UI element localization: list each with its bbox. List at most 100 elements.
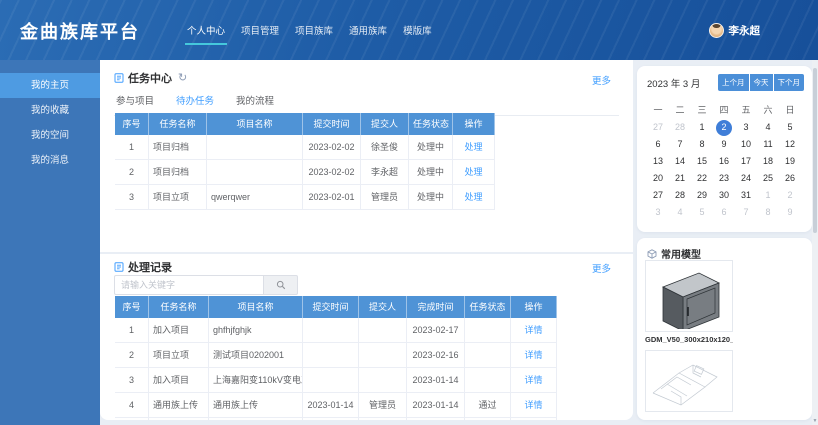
table-row: 2项目立项测试项目02020012023-02-16详情 xyxy=(115,343,557,368)
row-action-link[interactable]: 详情 xyxy=(511,393,557,417)
row-action-link[interactable]: 处理 xyxy=(453,160,495,184)
common-models-card: 常用模型 GDM_V50_300x210x120_ xyxy=(637,238,812,420)
nav-item-通用族库[interactable]: 通用族库 xyxy=(347,15,389,45)
calendar-day[interactable]: 1 xyxy=(691,119,713,136)
table-row: 2项目归档2023-02-02李永超处理中处理 xyxy=(115,160,495,185)
nav-item-项目族库[interactable]: 项目族库 xyxy=(293,15,335,45)
table-cell: 2023-02-01 xyxy=(303,185,361,209)
calendar-day[interactable]: 27 xyxy=(647,119,669,136)
calendar-day[interactable]: 11 xyxy=(757,136,779,153)
table-cell xyxy=(359,343,407,367)
calendar-day[interactable]: 12 xyxy=(779,136,801,153)
table-cell xyxy=(359,318,407,342)
row-action-link[interactable]: 详情 xyxy=(511,343,557,367)
calendar-day[interactable]: 16 xyxy=(713,153,735,170)
user-menu[interactable]: 李永超 xyxy=(709,0,761,60)
tasks-icon xyxy=(114,73,124,83)
table-cell: 3 xyxy=(115,368,149,392)
tab-我的流程[interactable]: 我的流程 xyxy=(234,93,276,115)
search-input[interactable] xyxy=(114,275,264,295)
calendar-day[interactable]: 28 xyxy=(669,187,691,204)
calendar-button-今天[interactable]: 今天 xyxy=(750,74,773,91)
left-sidebar: 我的主页我的收藏我的空间我的消息 xyxy=(0,60,100,425)
calendar-day[interactable]: 15 xyxy=(691,153,713,170)
calendar-day[interactable]: 3 xyxy=(647,204,669,221)
tab-待办任务[interactable]: 待办任务 xyxy=(174,93,216,115)
calendar-day[interactable]: 9 xyxy=(713,136,735,153)
model-item-cabinet[interactable]: GDM_V50_300x210x120_ xyxy=(645,260,733,344)
search-button[interactable] xyxy=(264,275,298,295)
calendar-day[interactable]: 28 xyxy=(669,119,691,136)
calendar-day[interactable]: 18 xyxy=(757,153,779,170)
page-scrollbar[interactable]: ▼ xyxy=(812,60,818,425)
sidebar-item-我的空间[interactable]: 我的空间 xyxy=(0,123,100,148)
calendar-day[interactable]: 24 xyxy=(735,170,757,187)
calendar-day[interactable]: 6 xyxy=(647,136,669,153)
sidebar-item-我的消息[interactable]: 我的消息 xyxy=(0,148,100,173)
calendar-day[interactable]: 22 xyxy=(691,170,713,187)
calendar-day[interactable]: 17 xyxy=(735,153,757,170)
row-action-link[interactable]: 详情 xyxy=(511,368,557,392)
calendar-day[interactable]: 25 xyxy=(757,170,779,187)
refresh-icon[interactable]: ↻ xyxy=(178,73,187,84)
app-logo: 金曲族库平台 xyxy=(20,18,140,44)
calendar-day[interactable]: 6 xyxy=(713,204,735,221)
calendar-day[interactable]: 14 xyxy=(669,153,691,170)
calendar-day[interactable]: 4 xyxy=(757,119,779,136)
scrollbar-down-arrow[interactable]: ▼ xyxy=(812,418,818,424)
nav-item-项目管理[interactable]: 项目管理 xyxy=(239,15,281,45)
tab-参与项目[interactable]: 参与项目 xyxy=(114,93,156,115)
weekday-label: 五 xyxy=(735,102,757,119)
calendar-day[interactable]: 30 xyxy=(713,187,735,204)
nav-item-个人中心[interactable]: 个人中心 xyxy=(185,15,227,45)
calendar-day[interactable]: 5 xyxy=(779,119,801,136)
main-nav: 个人中心项目管理项目族库通用族库模版库 xyxy=(185,0,434,60)
calendar-day[interactable]: 9 xyxy=(779,204,801,221)
task-center-more-link[interactable]: 更多 xyxy=(592,73,611,87)
calendar-day[interactable]: 8 xyxy=(691,136,713,153)
calendar-day[interactable]: 21 xyxy=(669,170,691,187)
records-more-link[interactable]: 更多 xyxy=(592,261,611,275)
calendar-day[interactable]: 13 xyxy=(647,153,669,170)
calendar-grid: 一二三四五六日 27281234567891011121314151617181… xyxy=(637,102,812,221)
calendar-day[interactable]: 5 xyxy=(691,204,713,221)
row-action-link[interactable]: 详情 xyxy=(511,318,557,342)
calendar-day[interactable]: 29 xyxy=(691,187,713,204)
row-action-link[interactable]: 处理 xyxy=(453,135,495,159)
row-action-link[interactable]: 详情 xyxy=(511,418,557,420)
calendar-day[interactable]: 1 xyxy=(757,187,779,204)
calendar-week-row: 13141516171819 xyxy=(647,153,802,170)
sidebar-item-我的主页[interactable]: 我的主页 xyxy=(0,73,100,98)
calendar-day[interactable]: 19 xyxy=(779,153,801,170)
calendar-day[interactable]: 8 xyxy=(757,204,779,221)
table-cell: 1 xyxy=(115,135,149,159)
calendar-card: 2023 年 3 月 上个月今天下个月 一二三四五六日 272812345678… xyxy=(637,66,812,232)
table-cell: 2023-01-14 xyxy=(303,418,359,420)
calendar-day[interactable]: 7 xyxy=(669,136,691,153)
top-header: 金曲族库平台 个人中心项目管理项目族库通用族库模版库 李永超 xyxy=(0,0,818,60)
calendar-day[interactable]: 10 xyxy=(735,136,757,153)
row-action-link[interactable]: 处理 xyxy=(453,185,495,209)
model-thumbnail xyxy=(645,350,733,412)
sidebar-item-我的收藏[interactable]: 我的收藏 xyxy=(0,98,100,123)
table-cell: 1 xyxy=(115,318,149,342)
calendar-day[interactable]: 23 xyxy=(713,170,735,187)
calendar-day[interactable]: 3 xyxy=(735,119,757,136)
calendar-day[interactable]: 26 xyxy=(779,170,801,187)
calendar-button-上个月[interactable]: 上个月 xyxy=(718,74,749,91)
calendar-day[interactable]: 31 xyxy=(735,187,757,204)
model-caption: GDM_V50_300x210x120_ xyxy=(645,335,733,344)
table-cell: 管理员 xyxy=(359,418,407,420)
calendar-day[interactable]: 27 xyxy=(647,187,669,204)
nav-item-模版库[interactable]: 模版库 xyxy=(401,15,434,45)
scrollbar-thumb[interactable] xyxy=(813,68,817,233)
calendar-month-title: 2023 年 3 月 xyxy=(647,76,700,90)
calendar-day[interactable]: 4 xyxy=(669,204,691,221)
calendar-day[interactable]: 2 xyxy=(779,187,801,204)
calendar-day-selected[interactable]: 2 xyxy=(713,119,735,136)
calendar-day[interactable]: 20 xyxy=(647,170,669,187)
calendar-day[interactable]: 7 xyxy=(735,204,757,221)
weekday-label: 日 xyxy=(779,102,801,119)
calendar-button-下个月[interactable]: 下个月 xyxy=(774,74,805,91)
model-item-wireframe[interactable] xyxy=(645,350,733,412)
